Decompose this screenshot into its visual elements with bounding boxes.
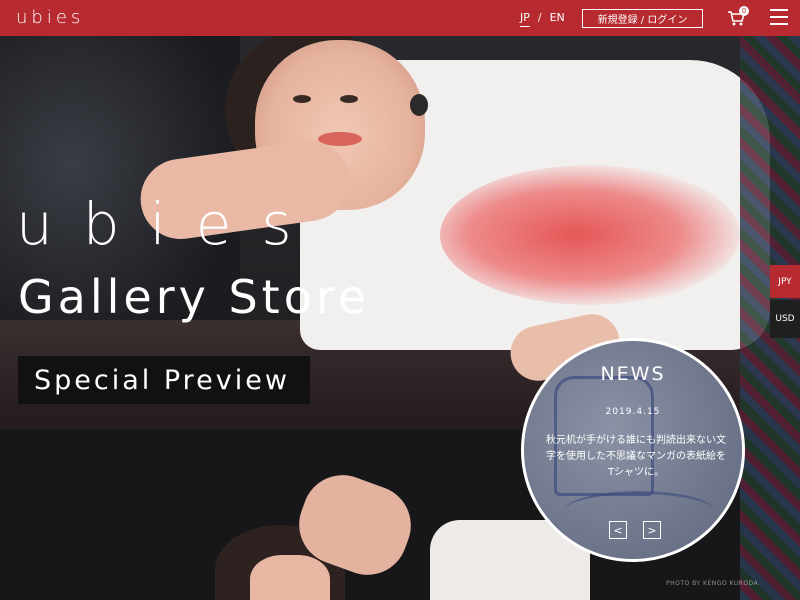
hero-subtitle: Gallery Store [18, 270, 371, 324]
news-prev-button[interactable]: < [609, 521, 627, 539]
news-title: NEWS [600, 363, 666, 385]
news-body[interactable]: 秋元机が手がける誰にも判読出来ない文字を使用した不思議なマンガの表紙絵をTシャツ… [544, 433, 728, 481]
hero-eye-left [293, 95, 311, 103]
hero-bottom-face [250, 555, 330, 600]
currency-jpy-tab[interactable]: JPY [770, 265, 800, 298]
news-next-button[interactable]: > [643, 521, 661, 539]
hamburger-menu-icon[interactable] [770, 9, 788, 25]
cart-button[interactable]: 0 [727, 6, 749, 29]
currency-usd-tab[interactable]: USD [770, 300, 800, 338]
lang-jp[interactable]: JP [520, 11, 530, 27]
login-button[interactable]: 新規登録 / ログイン [582, 9, 703, 28]
hero-eye-right [340, 95, 358, 103]
special-preview-button[interactable]: Special Preview [18, 356, 310, 404]
hero-shirt-print [440, 165, 740, 305]
site-logo[interactable]: ubies [16, 7, 84, 28]
photo-credit: PHOTO BY KENGO KURODA [666, 580, 759, 587]
lang-en[interactable]: EN [550, 11, 565, 27]
language-switch: JP / EN [520, 11, 565, 27]
news-date: 2019.4.15 [605, 407, 661, 417]
site-header: ubies JP / EN 新規登録 / ログイン 0 [0, 0, 800, 36]
news-panel: NEWS 2019.4.15 秋元机が手がける誰にも判読出来ない文字を使用した不… [521, 338, 745, 562]
lang-separator: / [537, 11, 542, 24]
cart-count-badge: 0 [739, 6, 749, 16]
hero-earring [410, 94, 428, 116]
hero-title: ubies [16, 190, 322, 258]
